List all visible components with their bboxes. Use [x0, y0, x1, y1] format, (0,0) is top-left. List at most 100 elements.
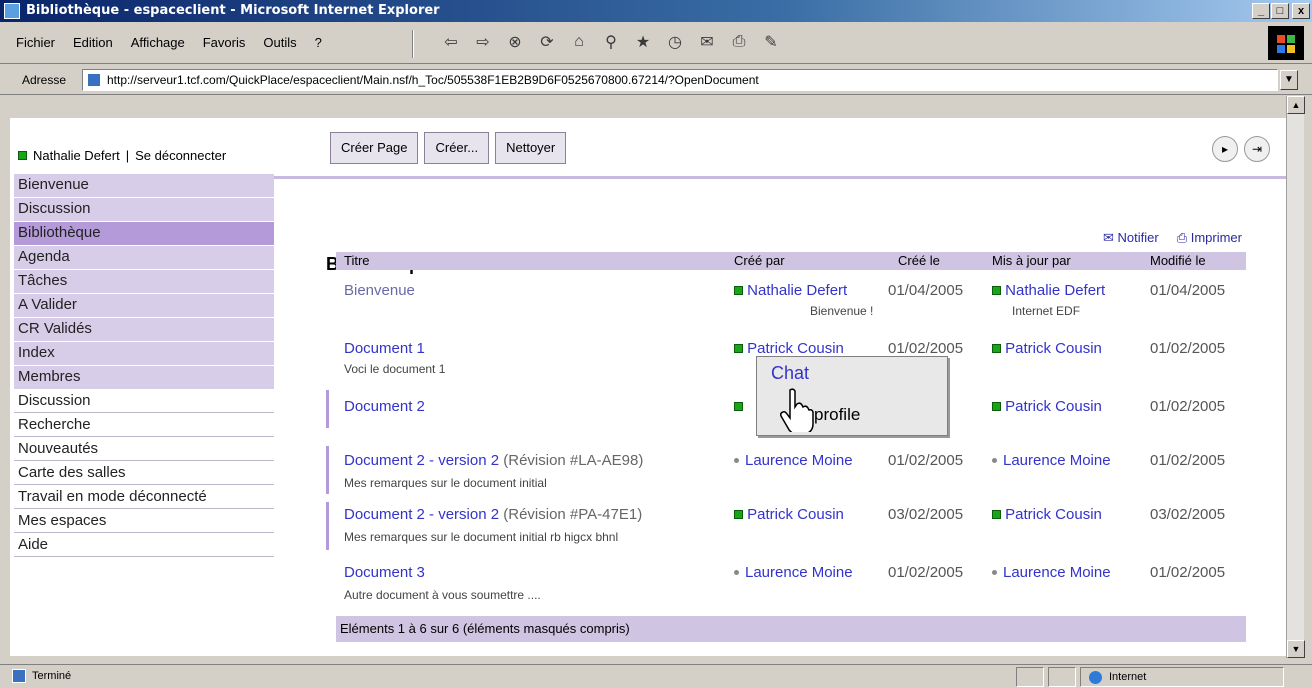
close-button[interactable]: x [1292, 3, 1310, 19]
minimize-button[interactable]: _ [1252, 3, 1270, 19]
mail-icon[interactable]: ✉ [696, 31, 718, 53]
updated-by-link[interactable]: Patrick Cousin [1005, 506, 1102, 523]
scroll-up-button[interactable]: ▲ [1287, 96, 1305, 114]
row-created-by [734, 398, 743, 415]
row-description: Autre document à vous soumettre .... [344, 588, 541, 602]
browser-window: Bibliothèque - espaceclient - Microsoft … [0, 0, 1312, 688]
row-title[interactable]: Document 2 - version 2 [344, 506, 499, 523]
menu-outils[interactable]: Outils [263, 35, 296, 50]
row-title[interactable]: Bienvenue [344, 282, 415, 299]
created-by-link[interactable]: Patrick Cousin [747, 340, 844, 357]
page-nav: ▸ ⇥ [1212, 136, 1270, 162]
sidebar-item-agenda[interactable]: Agenda [14, 246, 274, 269]
menu-edition[interactable]: Edition [73, 35, 113, 50]
col-title[interactable]: Titre [344, 253, 370, 268]
next-page-icon[interactable]: ▸ [1212, 136, 1238, 162]
created-note: Bienvenue ! [810, 304, 874, 318]
sidebar-item-a-valider[interactable]: A Valider [14, 294, 274, 317]
globe-icon [1089, 671, 1102, 684]
menu-help[interactable]: ? [315, 35, 322, 50]
row-modified: 03/02/2005 [1150, 506, 1226, 523]
row-title[interactable]: Document 2 [344, 398, 425, 415]
updated-by-link[interactable]: Patrick Cousin [1005, 398, 1102, 415]
last-page-icon[interactable]: ⇥ [1244, 136, 1270, 162]
create-page-button[interactable]: Créer Page [330, 132, 419, 164]
updated-by-link[interactable]: Laurence Moine [1003, 452, 1111, 469]
print-icon[interactable]: ⎙ [728, 31, 750, 53]
sidebar-item-bienvenue[interactable]: Bienvenue [14, 174, 274, 197]
ie-icon [4, 3, 20, 19]
menu-fichier[interactable]: Fichier [16, 35, 55, 50]
page-tools: ✉ Notifier ⎙ Imprimer [1103, 230, 1242, 246]
sidebar-item-carte-salles[interactable]: Carte des salles [14, 462, 274, 485]
col-updated-by[interactable]: Mis à jour par [992, 253, 1071, 268]
menu-affichage[interactable]: Affichage [131, 35, 185, 50]
row-title[interactable]: Document 3 [344, 564, 425, 581]
created-by-link[interactable]: Nathalie Defert [747, 282, 847, 299]
row-title[interactable]: Document 2 - version 2 [344, 452, 499, 469]
col-created-on[interactable]: Créé le [898, 253, 940, 268]
refresh-icon[interactable]: ⟳ [536, 31, 558, 53]
sidebar-item-mes-espaces[interactable]: Mes espaces [14, 510, 274, 533]
forward-icon[interactable]: ⇨ [472, 31, 494, 53]
favorites-icon[interactable]: ★ [632, 31, 654, 53]
col-created-by[interactable]: Créé par [734, 253, 785, 268]
sidebar-item-bibliotheque[interactable]: Bibliothèque [14, 222, 274, 245]
stop-icon[interactable]: ⊗ [504, 31, 526, 53]
notify-link[interactable]: ✉ Notifier [1103, 230, 1159, 246]
online-status-icon [734, 510, 743, 519]
row-title[interactable]: Document 1 [344, 340, 425, 357]
sidebar-item-index[interactable]: Index [14, 342, 274, 365]
status-panel [1016, 667, 1044, 687]
sidebar-item-recherche[interactable]: Recherche [14, 414, 274, 437]
row-modified: 01/04/2005 [1150, 282, 1226, 299]
scroll-down-button[interactable]: ▼ [1287, 640, 1305, 658]
logout-link[interactable]: Se déconnecter [135, 148, 226, 163]
address-dropdown-button[interactable]: ▼ [1280, 70, 1298, 90]
history-icon[interactable]: ◷ [664, 31, 686, 53]
sidebar-item-discussion-2[interactable]: Discussion [14, 390, 274, 413]
home-icon[interactable]: ⌂ [568, 31, 590, 53]
create-button[interactable]: Créer... [424, 132, 490, 164]
updated-note: Internet EDF [1012, 304, 1081, 318]
row-updated-by: Patrick Cousin [992, 506, 1102, 523]
row-modified: 01/02/2005 [1150, 452, 1226, 469]
security-zone: Internet [1080, 667, 1284, 687]
chat-menu-item[interactable]: Chat [771, 363, 809, 384]
address-url[interactable]: http://serveur1.tcf.com/QuickPlace/espac… [107, 73, 759, 87]
online-status-icon [992, 402, 1001, 411]
sidebar-item-travail-deconnecte[interactable]: Travail en mode déconnecté [14, 486, 274, 509]
updated-by-link[interactable]: Laurence Moine [1003, 564, 1111, 581]
created-by-link[interactable]: Patrick Cousin [747, 506, 844, 523]
updated-by-link[interactable]: Nathalie Defert [1005, 282, 1105, 299]
maximize-button[interactable]: □ [1271, 3, 1289, 19]
sidebar-item-discussion[interactable]: Discussion [14, 198, 274, 221]
row-accent-bar [326, 502, 329, 550]
created-by-link[interactable]: Laurence Moine [745, 452, 853, 469]
address-input[interactable]: http://serveur1.tcf.com/QuickPlace/espac… [82, 69, 1278, 91]
status-dot-icon [734, 569, 739, 575]
created-by-link[interactable]: Laurence Moine [745, 564, 853, 581]
edit-icon[interactable]: ✎ [760, 31, 782, 53]
sidebar-item-aide[interactable]: Aide [14, 534, 274, 557]
sidebar-item-nouveautes[interactable]: Nouveautés [14, 438, 274, 461]
sidebar: Bienvenue Discussion Bibliothèque Agenda… [14, 174, 274, 558]
table-row: Document 3 Laurence Moine 01/02/2005 Lau… [336, 564, 1246, 604]
vertical-scrollbar[interactable]: ▲ ▼ [1286, 96, 1305, 658]
row-created-by: Patrick Cousin [734, 340, 844, 357]
user-name[interactable]: Nathalie Defert [33, 148, 120, 163]
menu-favoris[interactable]: Favoris [203, 35, 246, 50]
sidebar-item-cr-valides[interactable]: CR Validés [14, 318, 274, 341]
search-icon[interactable]: ⚲ [600, 31, 622, 53]
toolbar: ⇦ ⇨ ⊗ ⟳ ⌂ ⚲ ★ ◷ ✉ ⎙ ✎ [440, 31, 782, 53]
row-title-cell: Document 2 - version 2 (Révision #PA-47E… [344, 506, 642, 523]
sidebar-item-membres[interactable]: Membres [14, 366, 274, 389]
clean-button[interactable]: Nettoyer [495, 132, 567, 164]
back-icon[interactable]: ⇦ [440, 31, 462, 53]
updated-by-link[interactable]: Patrick Cousin [1005, 340, 1102, 357]
print-link[interactable]: ⎙ Imprimer [1177, 230, 1242, 246]
status-panel [1048, 667, 1076, 687]
sidebar-item-taches[interactable]: Tâches [14, 270, 274, 293]
col-modified[interactable]: Modifié le [1150, 253, 1206, 268]
content-top-strip [10, 96, 1286, 118]
